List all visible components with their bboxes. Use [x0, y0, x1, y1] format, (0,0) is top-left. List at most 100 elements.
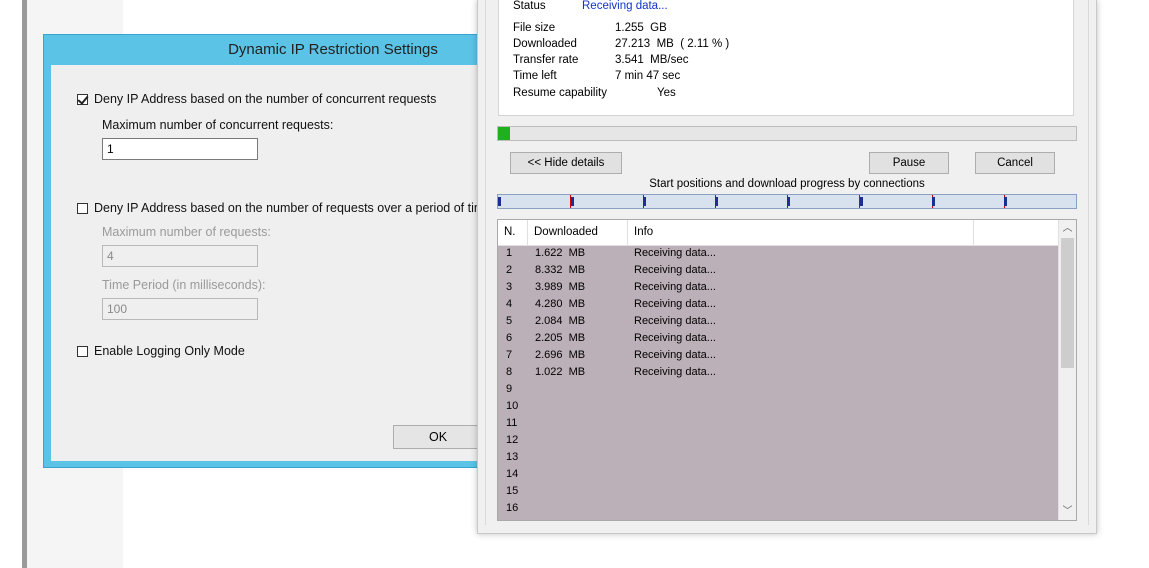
time-left-value: 7 min 47 sec — [615, 70, 681, 82]
row-info: Receiving data... — [634, 298, 716, 310]
row-number: 15 — [506, 485, 519, 497]
logging-only-option[interactable]: Enable Logging Only Mode — [77, 344, 245, 358]
row-number: 7 — [506, 349, 513, 361]
table-scrollbar[interactable]: ︿ ﹀ — [1058, 220, 1076, 520]
connections-table-rows: 1 1.622 MB Receiving data... 2 8.332 MB Recei… — [498, 245, 1058, 517]
max-requests-label: Maximum number of requests: — [102, 225, 271, 239]
row-number: 8 — [506, 366, 513, 378]
dialog-title: Dynamic IP Restriction Settings — [228, 41, 438, 58]
cancel-button[interactable]: Cancel — [975, 152, 1055, 174]
status-key: Status — [513, 0, 546, 12]
connection-progress-mark — [498, 197, 502, 206]
download-progress-fill — [498, 127, 511, 140]
concurrent-requests-checkbox[interactable] — [77, 93, 88, 105]
row-downloaded: 2.696 MB — [535, 349, 586, 361]
hide-details-button[interactable]: << Hide details — [510, 152, 622, 174]
connection-progress-mark — [715, 197, 719, 206]
row-downloaded: 8.332 MB — [535, 264, 586, 276]
row-downloaded: 1.622 MB — [535, 247, 586, 259]
download-window-body: Status Receiving data... File size 1.255… — [485, 0, 1089, 525]
logging-only-checkbox[interactable] — [77, 345, 88, 357]
connection-progress-mark — [643, 197, 647, 206]
row-number: 4 — [506, 298, 513, 310]
table-row[interactable]: 13 — [498, 449, 1058, 466]
row-number: 11 — [506, 417, 518, 429]
row-number: 5 — [506, 315, 513, 327]
file-size-value: 1.255 GB — [615, 22, 667, 34]
file-size-key: File size — [513, 22, 556, 34]
row-downloaded: 2.205 MB — [535, 332, 586, 344]
scroll-thumb[interactable] — [1061, 238, 1074, 368]
table-row[interactable]: 2 8.332 MB Receiving data... — [498, 262, 1058, 279]
table-row[interactable]: 10 — [498, 398, 1058, 415]
row-info: Receiving data... — [634, 366, 716, 378]
logging-only-label: Enable Logging Only Mode — [94, 344, 245, 358]
row-downloaded: 3.989 MB — [535, 281, 586, 293]
table-row[interactable]: 6 2.205 MB Receiving data... — [498, 330, 1058, 347]
status-value: Receiving data... — [582, 0, 668, 12]
connection-progress-mark — [1003, 197, 1007, 206]
time-period-input[interactable] — [102, 298, 258, 320]
download-info-panel: Status Receiving data... File size 1.255… — [498, 0, 1074, 116]
connections-table-header: N. Downloaded Info — [498, 220, 1058, 246]
row-number: 6 — [506, 332, 513, 344]
connection-progress-mark — [859, 197, 863, 206]
row-number: 13 — [506, 451, 519, 463]
connection-progress-mark — [571, 197, 575, 206]
pause-button[interactable]: Pause — [869, 152, 949, 174]
period-requests-label: Deny IP Address based on the number of r… — [94, 201, 492, 215]
row-downloaded: 2.084 MB — [535, 315, 586, 327]
row-number: 2 — [506, 264, 513, 276]
row-info: Receiving data... — [634, 349, 716, 361]
row-number: 14 — [506, 468, 519, 480]
resume-capability-key: Resume capability — [513, 87, 607, 99]
time-period-label: Time Period (in milliseconds): — [102, 278, 266, 292]
connection-progress-mark — [931, 197, 935, 206]
resume-capability-value: Yes — [657, 87, 676, 99]
table-row[interactable]: 7 2.696 MB Receiving data... — [498, 347, 1058, 364]
row-info: Receiving data... — [634, 247, 716, 259]
column-header-n[interactable]: N. — [498, 220, 528, 245]
column-header-downloaded[interactable]: Downloaded — [528, 220, 628, 245]
table-row[interactable]: 5 2.084 MB Receiving data... — [498, 313, 1058, 330]
connections-progress-bar — [497, 194, 1077, 209]
max-concurrent-label: Maximum number of concurrent requests: — [102, 118, 334, 132]
concurrent-requests-option[interactable]: Deny IP Address based on the number of c… — [77, 92, 436, 106]
column-header-info[interactable]: Info — [628, 220, 974, 245]
period-requests-checkbox[interactable] — [77, 202, 88, 214]
row-info: Receiving data... — [634, 315, 716, 327]
scroll-down-icon[interactable]: ﹀ — [1059, 503, 1076, 520]
download-progress-bar — [497, 126, 1077, 141]
row-number: 1 — [506, 247, 513, 259]
concurrent-requests-label: Deny IP Address based on the number of c… — [94, 92, 437, 106]
max-concurrent-input[interactable] — [102, 138, 258, 160]
ok-button[interactable]: OK — [393, 425, 483, 449]
row-info: Receiving data... — [634, 281, 716, 293]
table-row[interactable]: 4 4.280 MB Receiving data... — [498, 296, 1058, 313]
ip-restriction-dialog: Dynamic IP Restriction Settings Deny IP … — [43, 34, 503, 468]
row-number: 9 — [506, 383, 513, 395]
table-row[interactable]: 9 — [498, 381, 1058, 398]
downloaded-value: 27.213 MB ( 2.11 % ) — [615, 38, 730, 50]
row-number: 10 — [506, 400, 519, 412]
table-row[interactable]: 15 — [498, 483, 1058, 500]
row-info: Receiving data... — [634, 332, 716, 344]
period-requests-option[interactable]: Deny IP Address based on the number of r… — [77, 201, 491, 215]
table-row[interactable]: 3 3.989 MB Receiving data... — [498, 279, 1058, 296]
table-row[interactable]: 1 1.622 MB Receiving data... — [498, 245, 1058, 262]
connections-table[interactable]: N. Downloaded Info 1 1.622 MB Receiving da… — [497, 219, 1077, 521]
max-requests-input[interactable] — [102, 245, 258, 267]
row-downloaded: 4.280 MB — [535, 298, 586, 310]
table-row[interactable]: 8 1.022 MB Receiving data... — [498, 364, 1058, 381]
connection-progress-mark — [787, 197, 791, 206]
row-number: 12 — [506, 434, 519, 446]
download-window: Status Receiving data... File size 1.255… — [477, 0, 1097, 534]
row-info: Receiving data... — [634, 264, 716, 276]
dialog-body: Deny IP Address based on the number of c… — [51, 65, 502, 461]
table-row[interactable]: 14 — [498, 466, 1058, 483]
scroll-up-icon[interactable]: ︿ — [1059, 220, 1076, 237]
table-row[interactable]: 12 — [498, 432, 1058, 449]
transfer-rate-value: 3.541 MB/sec — [615, 54, 689, 66]
table-row[interactable]: 16 — [498, 500, 1058, 517]
table-row[interactable]: 11 — [498, 415, 1058, 432]
